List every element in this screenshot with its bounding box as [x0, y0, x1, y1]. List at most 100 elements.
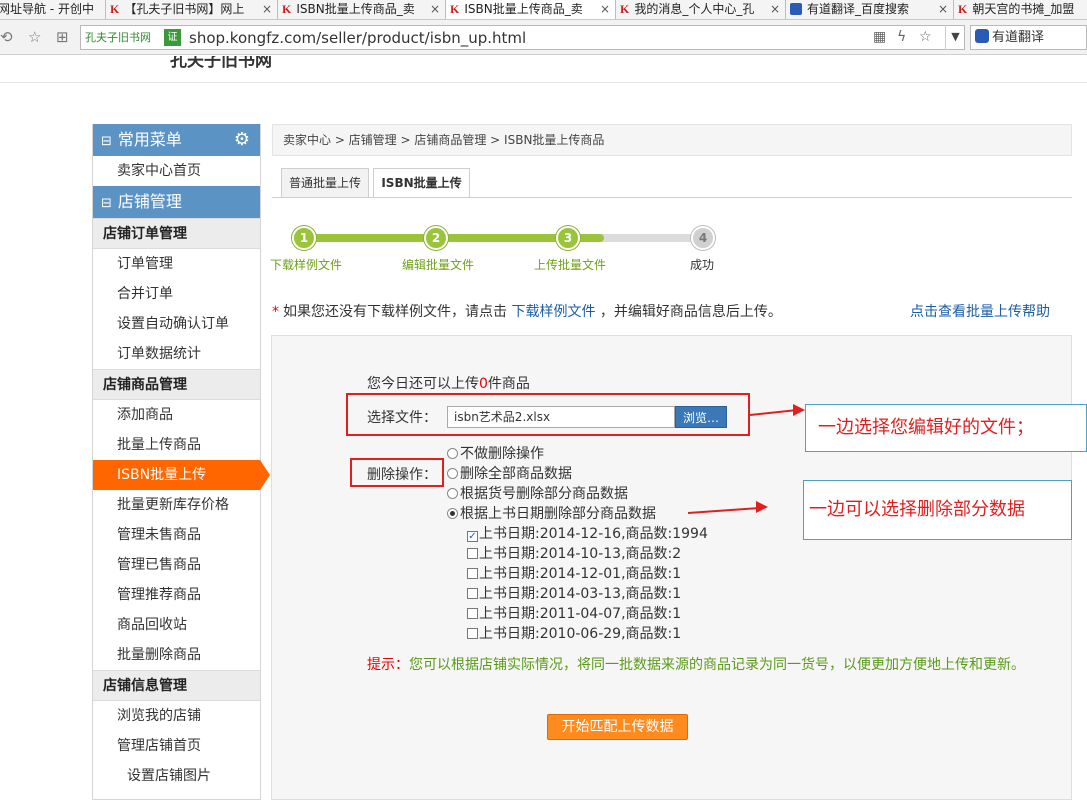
close-icon[interactable]: × — [600, 0, 610, 18]
annotation-box-delete — [350, 458, 444, 487]
date-checkbox-label: 上书日期:2010-06-29,商品数:1 — [479, 626, 682, 642]
browser-tab[interactable]: K 【孔夫子旧书网】网上 × — [106, 0, 278, 19]
browser-tab[interactable]: 有道翻译_百度搜索 × — [786, 0, 954, 19]
radio-button[interactable] — [447, 488, 458, 499]
certificate-icon[interactable]: 证 — [164, 29, 181, 46]
date-checkbox-row[interactable]: 上书日期:2010-06-29,商品数:1 — [467, 624, 681, 644]
sidebar-group-title: 店铺订单管理 — [93, 218, 260, 249]
step-2-dot: 2 — [424, 226, 448, 250]
delete-option-by-sku[interactable]: 根据货号删除部分商品数据 — [447, 484, 628, 504]
progress-steps: 1 2 3 4 下载样例文件 编辑批量文件 上传批量文件 成功 — [270, 222, 730, 282]
tab-isbn-upload[interactable]: ISBN批量上传 — [373, 168, 470, 198]
radio-label: 根据货号删除部分商品数据 — [460, 486, 628, 502]
checkbox-checked[interactable]: ✓ — [467, 531, 478, 542]
browser-tab[interactable]: K 我的消息_个人中心_孔 × — [616, 0, 786, 19]
radio-button-selected[interactable] — [447, 508, 458, 519]
sidebar-item-seller-home[interactable]: 卖家中心首页 — [93, 156, 260, 186]
checkbox[interactable] — [467, 548, 478, 559]
sidebar-header-label: 常用菜单 — [117, 130, 182, 149]
date-checkbox-row[interactable]: ✓ 上书日期:2014-12-16,商品数:1994 — [467, 524, 708, 544]
radio-button[interactable] — [447, 448, 458, 459]
sidebar-item-batch-update-price[interactable]: 批量更新库存价格 — [93, 490, 260, 520]
sidebar-header-common-menu[interactable]: ⊟ 常用菜单 ⚙ — [93, 124, 260, 156]
close-icon[interactable]: × — [938, 0, 948, 18]
browser-tab-active[interactable]: K ISBN批量上传商品_卖 × — [446, 0, 616, 19]
delete-option-by-date[interactable]: 根据上书日期删除部分商品数据 — [447, 504, 656, 524]
radio-button[interactable] — [447, 468, 458, 479]
step-4-label: 成功 — [690, 258, 715, 272]
sidebar-item-batch-upload[interactable]: 批量上传商品 — [93, 430, 260, 460]
sidebar-item-browse-shop[interactable]: 浏览我的店铺 — [93, 701, 260, 731]
back-icon[interactable]: ⟲ — [0, 28, 13, 46]
checkbox[interactable] — [467, 608, 478, 619]
tip-body: 您可以根据店铺实际情况，将同一批数据来源的商品记录为同一货号，以便更加方便地上传… — [409, 657, 1025, 673]
date-checkbox-row[interactable]: 上书日期:2014-03-13,商品数:1 — [467, 584, 681, 604]
browser-tab-label: ISBN批量上传商品_卖 — [464, 2, 583, 16]
browser-tab[interactable]: K ISBN批量上传商品_卖 × — [278, 0, 446, 19]
tab-normal-upload[interactable]: 普通批量上传 — [281, 168, 369, 197]
url-bar[interactable]: 孔夫子旧书网 证 shop.kongfz.com/seller/product/… — [80, 25, 965, 50]
notice-text-pre: 如果您还没有下载样例文件，请点击 — [283, 304, 507, 320]
step-1-label: 下载样例文件 — [270, 258, 343, 272]
date-checkbox-row[interactable]: 上书日期:2011-04-07,商品数:1 — [467, 604, 681, 624]
tab-divider — [272, 197, 1072, 198]
required-star: * — [272, 304, 279, 320]
tip-text: 提示：您可以根据店铺实际情况，将同一批数据来源的商品记录为同一货号，以便更加方便… — [367, 656, 1062, 675]
delete-option-none[interactable]: 不做删除操作 — [447, 444, 544, 464]
step-2-label: 编辑批量文件 — [402, 258, 475, 272]
close-icon[interactable]: × — [770, 0, 780, 18]
sidebar-item-recycle-bin[interactable]: 商品回收站 — [93, 610, 260, 640]
sidebar-item-unsold[interactable]: 管理未售商品 — [93, 520, 260, 550]
quota-text-post: 件商品 — [487, 376, 530, 392]
browser-tab-strip: 网址导航 - 开创中 K 【孔夫子旧书网】网上 × K ISBN批量上传商品_卖 ×… — [0, 0, 1087, 20]
sidebar-group-title: 店铺信息管理 — [93, 670, 260, 701]
close-icon[interactable]: × — [262, 0, 272, 18]
tip-label: 提示： — [367, 657, 409, 673]
lightning-icon[interactable]: ϟ — [897, 29, 906, 45]
date-checkbox-row[interactable]: 上书日期:2014-10-13,商品数:2 — [467, 544, 681, 564]
browser-tab[interactable]: 网址导航 - 开创中 — [0, 0, 106, 19]
collapse-icon[interactable]: ⊟ — [101, 196, 112, 211]
sidebar-item-batch-delete[interactable]: 批量删除商品 — [93, 640, 260, 670]
browser-tab[interactable]: K 朝天宫的书摊_加盟 — [954, 0, 1087, 19]
gear-icon[interactable]: ⚙ — [234, 124, 250, 156]
search-box[interactable]: 有道翻译 — [970, 25, 1087, 50]
browser-tab-label: 【孔夫子旧书网】网上 — [124, 2, 245, 16]
download-sample-link[interactable]: 下载样例文件 — [511, 304, 595, 320]
checkbox[interactable] — [467, 588, 478, 599]
sidebar-item-auto-confirm[interactable]: 设置自动确认订单 — [93, 309, 260, 339]
qr-code-icon[interactable]: ▦ — [873, 29, 886, 45]
start-upload-button[interactable]: 开始匹配上传数据 — [547, 714, 688, 740]
sidebar-item-add-product[interactable]: 添加商品 — [93, 400, 260, 430]
url-text[interactable]: shop.kongfz.com/seller/product/isbn_up.h… — [189, 29, 526, 47]
annotation-arrow-head — [793, 404, 805, 416]
sidebar-item-order-stats[interactable]: 订单数据统计 — [93, 339, 260, 369]
kongfz-icon: K — [110, 2, 120, 16]
chevron-down-icon[interactable]: ▼ — [945, 25, 965, 50]
close-icon[interactable]: × — [430, 0, 440, 18]
sidebar-item-sold[interactable]: 管理已售商品 — [93, 550, 260, 580]
sidebar-item-isbn-upload[interactable]: ISBN批量上传 — [93, 460, 270, 490]
date-checkbox-label: 上书日期:2014-03-13,商品数:1 — [479, 586, 682, 602]
sidebar-item-recommended[interactable]: 管理推荐商品 — [93, 580, 260, 610]
date-checkbox-row[interactable]: 上书日期:2014-12-01,商品数:1 — [467, 564, 681, 584]
breadcrumb: 卖家中心 > 店铺管理 > 店铺商品管理 > ISBN批量上传商品 — [272, 124, 1072, 156]
date-checkbox-label: 上书日期:2014-12-01,商品数:1 — [479, 566, 682, 582]
delete-option-all[interactable]: 删除全部商品数据 — [447, 464, 572, 484]
step-1-dot: 1 — [292, 226, 316, 250]
star-icon[interactable]: ☆ — [28, 28, 41, 46]
collapse-icon[interactable]: ⊟ — [101, 134, 112, 149]
bookmark-star-icon[interactable]: ☆ — [919, 29, 932, 45]
sidebar-item-orders[interactable]: 订单管理 — [93, 249, 260, 279]
annotation-box-file — [346, 393, 750, 436]
site-logo[interactable]: 孔夫子旧书网 — [170, 56, 290, 82]
checkbox[interactable] — [467, 628, 478, 639]
sidebar-item-shop-home[interactable]: 管理店铺首页 — [93, 731, 260, 761]
grid-icon[interactable]: ⊞ — [56, 28, 69, 46]
sidebar-header-shop-management[interactable]: ⊟ 店铺管理 — [93, 186, 260, 218]
sidebar-item-shop-images[interactable]: 设置店铺图片 — [93, 761, 260, 791]
notice-text-post: ，并编辑好商品信息后上传。 — [599, 304, 782, 320]
checkbox[interactable] — [467, 568, 478, 579]
batch-upload-help-link[interactable]: 点击查看批量上传帮助 — [910, 301, 1050, 321]
sidebar-item-merge-orders[interactable]: 合并订单 — [93, 279, 260, 309]
